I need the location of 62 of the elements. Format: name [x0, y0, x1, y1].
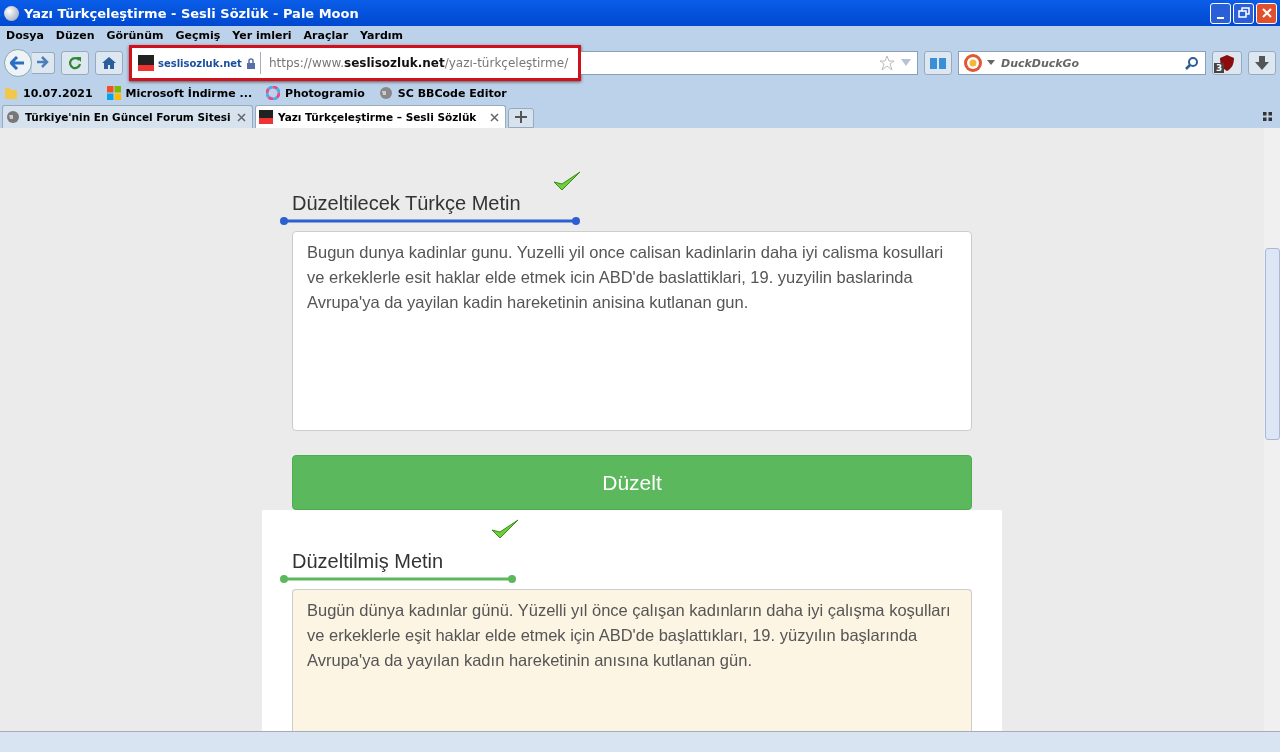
close-tab-icon[interactable] — [490, 112, 499, 122]
folder-icon — [4, 86, 18, 100]
moon-icon — [4, 5, 19, 21]
close-icon — [1260, 7, 1273, 19]
search-icon[interactable] — [1185, 56, 1199, 70]
site-logo-icon — [259, 110, 273, 124]
section-heading: Düzeltilmiş Metin — [291, 550, 445, 573]
minimize-icon — [1217, 16, 1224, 19]
blocker-button[interactable]: 3 — [1212, 51, 1242, 75]
forward-button[interactable] — [32, 52, 55, 74]
back-arrow-icon — [10, 56, 26, 70]
color-ring-icon — [266, 86, 281, 100]
result-text-area: Bugün dünya kadınlar günü. Yüzelli yıl önce çalışan kadınların daha iyi çalışma koşulları ve erkeklerle eşit haklar elde etmek için ABD'de başlattıkları, 19. yüzyılın başlarında Avrupa'ya da yayılan kadın hareketinin anısına kutlanan gün. — [292, 589, 972, 731]
bookmark-item[interactable]: Photogramio — [266, 86, 365, 100]
restore-button[interactable] — [1233, 2, 1254, 24]
star-icon[interactable] — [879, 55, 895, 71]
globe-icon — [378, 86, 393, 100]
download-button[interactable] — [1248, 51, 1276, 75]
lock-icon — [245, 57, 256, 69]
site-identity[interactable]: seslisozluk.net — [134, 52, 261, 74]
menu-item[interactable]: Düzen — [55, 28, 95, 42]
scrollbar[interactable] — [1264, 128, 1280, 731]
down-arrow-icon — [1255, 56, 1269, 70]
dropdown-icon[interactable] — [987, 60, 995, 66]
plus-icon — [515, 110, 527, 123]
minimize-button[interactable] — [1210, 2, 1231, 24]
tab-label: Yazı Türkçeleştirme – Sesli Sözlük — [278, 111, 478, 123]
tab-list-icon[interactable] — [1263, 111, 1272, 121]
menu-item[interactable]: Yardım — [360, 28, 404, 42]
close-button[interactable] — [1256, 2, 1277, 24]
url-text[interactable]: https://www.seslisozluk.net/yazı-türkçeleştirme/ — [260, 56, 577, 70]
bookmark-label: 10.07.2021 — [23, 86, 93, 100]
search-box[interactable]: DuckDuckGo — [958, 51, 1206, 75]
new-tab-button[interactable] — [508, 108, 534, 128]
restore-icon — [1237, 7, 1250, 19]
reader-button[interactable] — [924, 51, 952, 75]
home-button[interactable] — [95, 51, 123, 75]
site-logo-icon — [138, 55, 154, 71]
section-heading: Düzeltilecek Türkçe Metin — [291, 192, 522, 215]
tab-label: Türkiye'nin En Güncel Forum Sitesi — [25, 111, 232, 123]
book-icon — [929, 56, 947, 70]
bookmark-item[interactable]: 10.07.2021 — [4, 86, 93, 100]
menu-item[interactable]: Geçmiş — [175, 28, 221, 42]
close-tab-icon[interactable] — [237, 112, 246, 122]
window-title: Yazı Türkçeleştirme - Sesli Sözlük - Pale Moon — [24, 5, 360, 21]
back-button[interactable] — [4, 49, 32, 77]
address-field[interactable] — [581, 51, 918, 75]
globe-icon — [6, 110, 20, 124]
browser-tab[interactable]: Yazı Türkçeleştirme – Sesli Sözlük — [255, 105, 506, 128]
input-text-area[interactable]: Bugun dunya kadinlar gunu. Yuzelli yil once calisan kadinlarin daha iyi calisma kosullari ve erkeklerle esit haklar elde etmek icin ABD'de baslattiklari, 19. yuzyilin baslarinda Avrupa'ya da yayilan kadin hareketinin anisina kutlanan gun. — [292, 231, 972, 431]
reload-icon — [68, 56, 82, 70]
menu-item[interactable]: Yer imleri — [232, 28, 292, 42]
browser-tab[interactable]: Türkiye'nin En Güncel Forum Sitesi — [2, 105, 253, 128]
count-badge: 3 — [1214, 63, 1225, 73]
forward-arrow-icon — [36, 55, 50, 68]
home-icon — [101, 56, 117, 70]
reload-button[interactable] — [61, 51, 89, 75]
menu-item[interactable]: Görünüm — [106, 28, 164, 42]
menu-item[interactable]: Dosya — [6, 28, 44, 42]
menu-item[interactable]: Araçlar — [303, 28, 349, 42]
windows-logo-icon — [106, 86, 121, 100]
bookmark-label: Photogramio — [285, 86, 365, 100]
